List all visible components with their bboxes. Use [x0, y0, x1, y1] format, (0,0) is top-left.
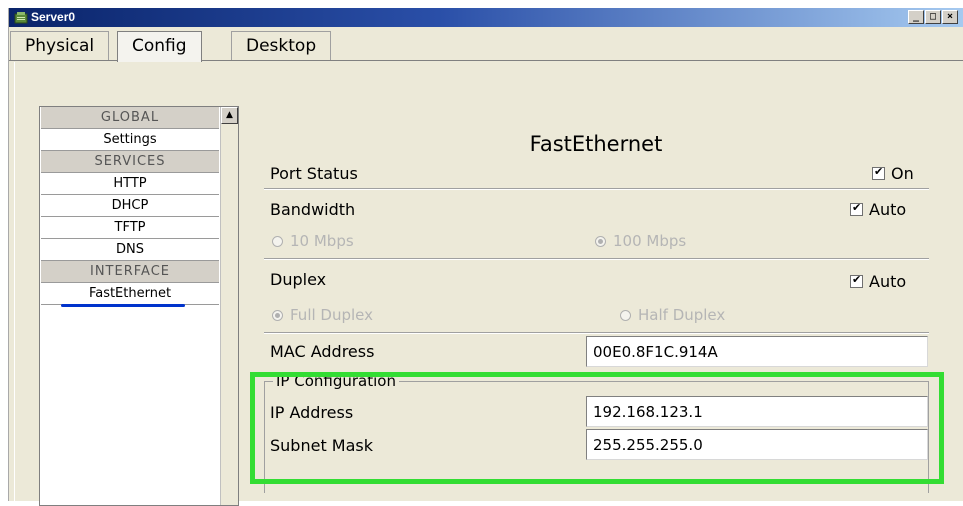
subnet-mask-label: Subnet Mask	[270, 436, 374, 455]
sidebar-header-services: SERVICES	[41, 151, 219, 173]
radio-icon	[620, 309, 631, 321]
sidebar-item-label: FastEthernet	[88, 286, 172, 301]
duplex-label: Duplex	[270, 270, 327, 289]
radio-icon	[272, 235, 283, 247]
tab-bar: Physical Config Desktop	[9, 27, 963, 62]
radio-selected-icon	[595, 235, 606, 247]
sidebar-header-interface: INTERFACE	[41, 261, 219, 283]
port-status-checkbox[interactable]: On	[872, 164, 914, 183]
radio-100mbps-label: 100 Mbps	[613, 232, 687, 250]
sidebar-scrollbar[interactable]: ▲	[220, 107, 238, 505]
subnet-mask-field[interactable]: 255.255.255.0	[586, 429, 928, 460]
radio-full-duplex[interactable]: Full Duplex	[272, 306, 373, 324]
checkbox-checked-icon	[850, 201, 863, 216]
ip-address-field[interactable]: 192.168.123.1	[586, 396, 928, 427]
ip-configuration-legend: IP Configuration	[273, 372, 399, 390]
sidebar-item-fastethernet[interactable]: FastEthernet	[41, 283, 219, 307]
window-title: Server0	[31, 10, 76, 24]
server-icon	[14, 12, 28, 24]
tab-physical[interactable]: Physical	[10, 31, 110, 61]
selection-underline	[61, 304, 185, 307]
radio-10mbps-label: 10 Mbps	[290, 232, 354, 250]
close-button[interactable]: ×	[942, 10, 958, 24]
separator	[264, 188, 929, 190]
duplex-auto-label: Auto	[869, 272, 907, 291]
port-status-on-label: On	[891, 164, 914, 183]
radio-full-duplex-label: Full Duplex	[290, 306, 374, 324]
maximize-button[interactable]: □	[925, 10, 941, 24]
sidebar-header-global: GLOBAL	[41, 107, 219, 129]
radio-10mbps[interactable]: 10 Mbps	[272, 232, 354, 250]
sidebar-item-dns[interactable]: DNS	[41, 239, 219, 261]
radio-half-duplex-label: Half Duplex	[638, 306, 726, 324]
bandwidth-auto-label: Auto	[869, 200, 907, 219]
sidebar: GLOBAL Settings SERVICES HTTP DHCP TFTP …	[39, 106, 239, 506]
tab-config[interactable]: Config	[117, 31, 202, 62]
ip-address-label: IP Address	[270, 403, 354, 422]
duplex-auto-checkbox[interactable]: Auto	[850, 272, 906, 291]
bandwidth-label: Bandwidth	[270, 200, 356, 219]
panel-title: FastEthernet	[529, 132, 663, 156]
sidebar-item-settings[interactable]: Settings	[41, 129, 219, 151]
title-bar[interactable]: Server0 _ □ ×	[9, 8, 963, 27]
radio-100mbps[interactable]: 100 Mbps	[595, 232, 686, 250]
sidebar-item-http[interactable]: HTTP	[41, 173, 219, 195]
checkbox-checked-icon	[850, 273, 863, 288]
separator	[264, 332, 929, 334]
mac-address-label: MAC Address	[270, 342, 375, 361]
port-status-label: Port Status	[270, 164, 358, 183]
separator	[264, 258, 929, 260]
radio-selected-icon	[272, 309, 283, 321]
sidebar-item-dhcp[interactable]: DHCP	[41, 195, 219, 217]
bandwidth-auto-checkbox[interactable]: Auto	[850, 200, 906, 219]
scroll-up-icon[interactable]: ▲	[221, 107, 238, 124]
tab-desktop[interactable]: Desktop	[231, 31, 332, 61]
mac-address-field[interactable]: 00E0.8F1C.914A	[586, 336, 928, 367]
sidebar-item-tftp[interactable]: TFTP	[41, 217, 219, 239]
minimize-button[interactable]: _	[908, 10, 924, 24]
radio-half-duplex[interactable]: Half Duplex	[620, 306, 725, 324]
checkbox-checked-icon	[872, 165, 885, 180]
